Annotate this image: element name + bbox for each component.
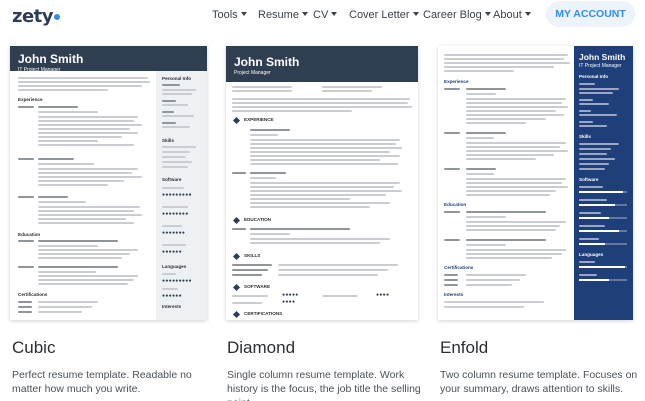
nav-cover-letter[interactable]: Cover Letter bbox=[349, 9, 419, 21]
template-name-cubic[interactable]: Cubic bbox=[12, 338, 55, 358]
preview-section: Languages bbox=[579, 252, 604, 257]
chevron-down-icon bbox=[301, 12, 308, 16]
preview-sidebar: John Smith IT Project Manager Personal I… bbox=[574, 46, 633, 320]
template-description-enfold: Two column resume template. Focuses on y… bbox=[440, 369, 638, 395]
preview-sidebar: Personal Info Skills Software ●●●●●●●●● … bbox=[156, 46, 207, 320]
preview-section: Experience bbox=[18, 97, 43, 102]
template-preview-diamond[interactable]: John Smith Project Manager EXPERIENCE ED… bbox=[226, 46, 418, 320]
preview-section: Experience bbox=[444, 79, 469, 84]
chevron-down-icon bbox=[412, 12, 419, 16]
preview-name: John Smith bbox=[234, 55, 300, 69]
preview-section: Education bbox=[444, 202, 467, 207]
template-description-diamond: Single column resume template. Work hist… bbox=[227, 369, 421, 401]
diamond-icon bbox=[232, 310, 241, 319]
nav-about[interactable]: About bbox=[493, 9, 531, 21]
preview-section: Certifications bbox=[18, 292, 48, 297]
preview-section: Personal Info bbox=[162, 76, 192, 81]
preview-header: John Smith IT Project Manager bbox=[10, 46, 156, 73]
nav-resume[interactable]: Resume bbox=[258, 9, 308, 21]
zety-logo[interactable]: zety bbox=[12, 6, 61, 27]
preview-section: SKILLS bbox=[244, 253, 261, 258]
preview-header: John Smith Project Manager bbox=[226, 46, 418, 82]
preview-job-title: Project Manager bbox=[234, 70, 271, 76]
preview-section: Certifications bbox=[444, 265, 474, 270]
preview-section: Software bbox=[579, 177, 599, 182]
top-navbar: zety Tools Resume CV Cover Letter Career… bbox=[0, 0, 645, 32]
preview-section: Skills bbox=[579, 134, 592, 139]
preview-section: Skills bbox=[162, 138, 175, 143]
preview-section: CERTIFICATIONS bbox=[244, 311, 283, 316]
preview-job-title: IT Project Manager bbox=[579, 63, 622, 69]
diamond-icon bbox=[232, 116, 241, 125]
chevron-down-icon bbox=[331, 12, 338, 16]
chevron-down-icon bbox=[240, 12, 247, 16]
preview-section: Interests bbox=[162, 304, 182, 309]
preview-section: Software bbox=[162, 177, 182, 182]
template-description-cubic: Perfect resume template. Readable no mat… bbox=[12, 369, 192, 395]
template-name-diamond[interactable]: Diamond bbox=[227, 338, 295, 358]
nav-tools[interactable]: Tools bbox=[212, 9, 247, 21]
my-account-button[interactable]: MY ACCOUNT bbox=[546, 1, 635, 27]
preview-name: John Smith bbox=[579, 52, 626, 62]
preview-section: Education bbox=[18, 232, 41, 237]
preview-section: EDUCATION bbox=[244, 217, 271, 222]
nav-career-blog[interactable]: Career Blog bbox=[423, 9, 491, 21]
diamond-icon bbox=[232, 252, 241, 261]
preview-section: SOFTWARE bbox=[244, 284, 271, 289]
preview-section: EXPERIENCE bbox=[244, 117, 274, 122]
chevron-down-icon bbox=[524, 12, 531, 16]
template-name-enfold[interactable]: Enfold bbox=[440, 338, 488, 358]
diamond-icon bbox=[232, 283, 241, 292]
logo-dot-icon bbox=[54, 14, 61, 20]
template-preview-enfold[interactable]: Experience Education Certifications Inte… bbox=[438, 46, 633, 320]
preview-job-title: IT Project Manager bbox=[18, 67, 61, 73]
nav-cv[interactable]: CV bbox=[313, 9, 338, 21]
preview-section: Personal Info bbox=[579, 74, 609, 79]
preview-name: John Smith bbox=[18, 52, 84, 66]
preview-section: Languages bbox=[162, 264, 187, 269]
preview-section: Interests bbox=[444, 292, 464, 297]
diamond-icon bbox=[232, 216, 241, 225]
chevron-down-icon bbox=[484, 12, 491, 16]
template-preview-cubic[interactable]: John Smith IT Project Manager Personal I… bbox=[10, 46, 207, 320]
